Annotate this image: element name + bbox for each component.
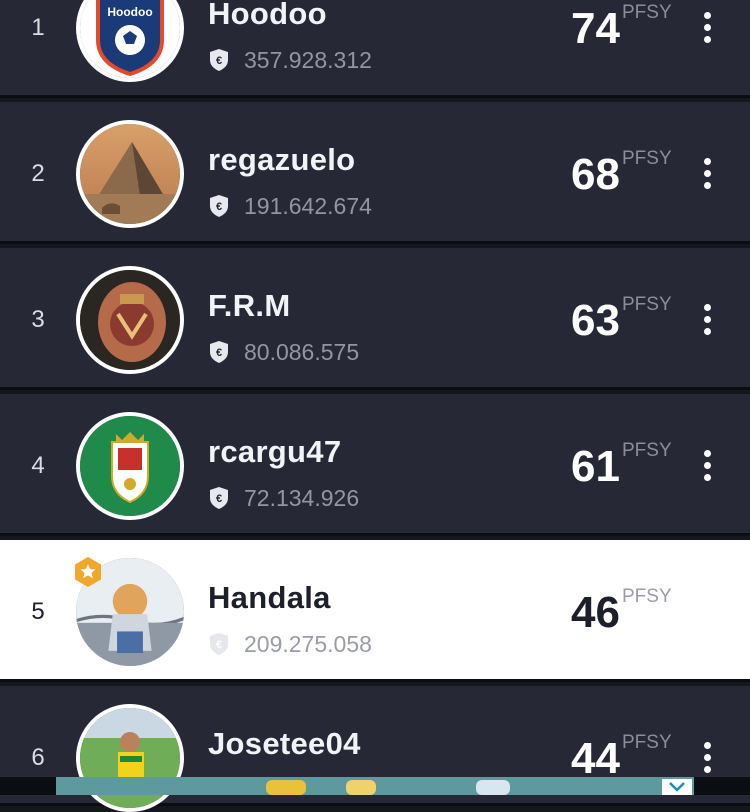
score-unit: PFSY bbox=[622, 294, 672, 315]
rank-number: 4 bbox=[31, 452, 45, 479]
ad-graphic bbox=[476, 780, 510, 795]
username[interactable]: rcargu47 bbox=[208, 434, 341, 470]
rank-number: 2 bbox=[31, 160, 45, 187]
svg-text:€: € bbox=[216, 347, 222, 359]
ad-close-chevron-icon[interactable] bbox=[662, 779, 692, 795]
leaderboard-row[interactable]: 4 rcargu47 € 72.134.926 61 PFSY bbox=[0, 394, 750, 536]
avatar bbox=[76, 266, 184, 374]
score-unit: PFSY bbox=[622, 148, 672, 169]
rank-number: 3 bbox=[31, 306, 45, 333]
score-unit: PFSY bbox=[622, 440, 672, 461]
more-options-icon[interactable] bbox=[694, 300, 722, 340]
leaderboard-row[interactable]: 1 Hoodoo Hoodoo € 357.928.312 74 PFSY bbox=[0, 0, 750, 98]
logo-text: Hoodoo bbox=[107, 5, 152, 19]
svg-text:€: € bbox=[216, 639, 222, 651]
rank-number: 6 bbox=[31, 744, 45, 771]
team-value-amount: 357.928.312 bbox=[244, 46, 372, 73]
leaderboard-row[interactable]: 2 regazuelo € 191.642.674 68 PFSY bbox=[0, 102, 750, 244]
score-points: 74 bbox=[571, 4, 620, 53]
team-value-amount: 72.134.926 bbox=[244, 484, 360, 511]
team-value-amount: 80.086.575 bbox=[244, 338, 360, 365]
team-value: € 72.134.926 bbox=[208, 483, 359, 513]
avatar bbox=[76, 120, 184, 228]
username[interactable]: Handala bbox=[208, 580, 331, 616]
score-points: 68 bbox=[571, 150, 620, 199]
ad-graphic bbox=[266, 780, 306, 795]
euro-shield-icon: € bbox=[208, 632, 230, 656]
team-value: € 80.086.575 bbox=[208, 337, 359, 367]
avatar bbox=[76, 412, 184, 520]
score-points: 63 bbox=[571, 296, 620, 345]
more-options-icon[interactable] bbox=[694, 8, 722, 48]
username[interactable]: Hoodoo bbox=[208, 0, 327, 32]
team-value-amount: 209.275.058 bbox=[244, 630, 372, 657]
more-options-icon[interactable] bbox=[694, 738, 722, 778]
score-unit: PFSY bbox=[622, 2, 672, 23]
avatar bbox=[76, 704, 184, 812]
leaderboard-row-current-user[interactable]: 5 Handala € 209.275.058 46 PFSY bbox=[0, 540, 750, 682]
euro-shield-icon: € bbox=[208, 48, 230, 72]
ad-graphic bbox=[346, 780, 376, 795]
svg-text:€: € bbox=[216, 493, 222, 505]
euro-shield-icon: € bbox=[208, 194, 230, 218]
rank-number: 1 bbox=[31, 14, 45, 41]
star-badge-icon bbox=[72, 556, 104, 588]
ad-margin bbox=[694, 777, 750, 795]
more-options-icon[interactable] bbox=[694, 446, 722, 486]
svg-text:€: € bbox=[216, 55, 222, 67]
ad-margin bbox=[0, 777, 56, 795]
team-value: € 191.642.674 bbox=[208, 191, 372, 221]
euro-shield-icon: € bbox=[208, 340, 230, 364]
more-options-icon[interactable] bbox=[694, 154, 722, 194]
username[interactable]: Josetee04 bbox=[208, 726, 361, 762]
score-points: 46 bbox=[571, 588, 620, 637]
score-unit: PFSY bbox=[622, 732, 672, 753]
team-value: € 357.928.312 bbox=[208, 45, 372, 75]
username[interactable]: F.R.M bbox=[208, 288, 290, 324]
team-value: € 209.275.058 bbox=[208, 629, 372, 659]
euro-shield-icon: € bbox=[208, 486, 230, 510]
rank-number: 5 bbox=[31, 598, 45, 625]
svg-text:€: € bbox=[216, 201, 222, 213]
score-unit: PFSY bbox=[622, 586, 672, 607]
ad-banner[interactable] bbox=[56, 777, 694, 795]
username[interactable]: regazuelo bbox=[208, 142, 355, 178]
score-points: 61 bbox=[571, 442, 620, 491]
team-value-amount: 191.642.674 bbox=[244, 192, 372, 219]
avatar: Hoodoo bbox=[76, 0, 184, 82]
leaderboard-row[interactable]: 3 F.R.M € 80.086.575 63 PFSY bbox=[0, 248, 750, 390]
